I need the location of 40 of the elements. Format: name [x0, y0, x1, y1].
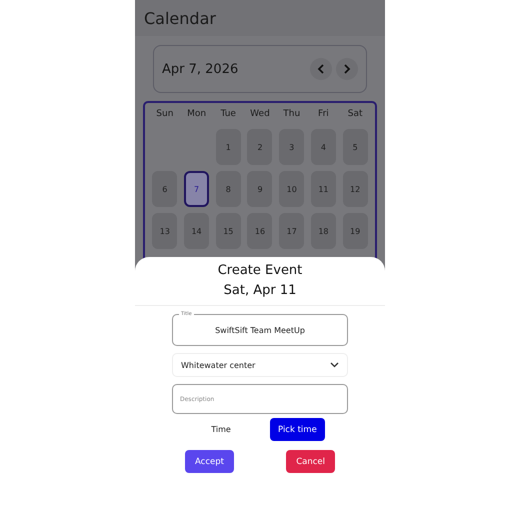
chevron-left-icon	[317, 64, 325, 74]
weekday-label: Sun	[156, 109, 174, 119]
weekday-label: Wed	[250, 109, 270, 119]
weekday-label: Sat	[348, 109, 363, 119]
day-cell[interactable]: 14	[184, 213, 210, 249]
day-cell[interactable]: 18	[310, 213, 336, 249]
day-cell[interactable]: 17	[279, 213, 304, 249]
weekday-label: Thu	[283, 109, 300, 119]
day-cell[interactable]: 3	[279, 129, 304, 165]
weekday-label: Fri	[318, 109, 329, 119]
weekday-label: Tue	[220, 109, 236, 119]
chevron-down-icon	[330, 362, 339, 368]
pick-time-button[interactable]: Pick time	[270, 418, 325, 441]
dialog-date: Sat, Apr 11	[224, 282, 296, 300]
day-cell[interactable]: 16	[247, 213, 272, 249]
day-cell[interactable]: 2	[247, 129, 272, 165]
day-cell[interactable]: 4	[310, 129, 336, 165]
day-cell[interactable]: 1	[216, 129, 241, 165]
dialog-title: Create Event	[218, 262, 302, 280]
day-cell[interactable]: 13	[152, 213, 178, 249]
screen-title: Calendar	[144, 8, 216, 28]
day-cell[interactable]: 11	[310, 171, 336, 207]
accept-button[interactable]: Accept	[185, 450, 234, 473]
chevron-right-icon	[343, 64, 351, 74]
location-select[interactable]: Whitewater center	[172, 353, 348, 377]
cancel-button[interactable]: Cancel	[286, 450, 335, 473]
weekday-label: Mon	[187, 109, 206, 119]
day-cell[interactable]: 15	[216, 213, 241, 249]
next-button[interactable]	[336, 58, 358, 80]
day-cell[interactable]: 19	[342, 213, 368, 249]
day-cell[interactable]: 9	[247, 171, 272, 207]
current-date: Apr 7, 2026	[162, 62, 238, 76]
day-cell[interactable]: 6	[152, 171, 178, 207]
previous-button[interactable]	[310, 58, 332, 80]
day-cell[interactable]: 8	[216, 171, 241, 207]
day-cell[interactable]: 12	[342, 171, 368, 207]
day-cell[interactable]: 5	[342, 129, 368, 165]
day-cell[interactable]: 7	[184, 171, 210, 207]
day-cell[interactable]: 10	[279, 171, 304, 207]
time-label: Time	[210, 425, 232, 434]
